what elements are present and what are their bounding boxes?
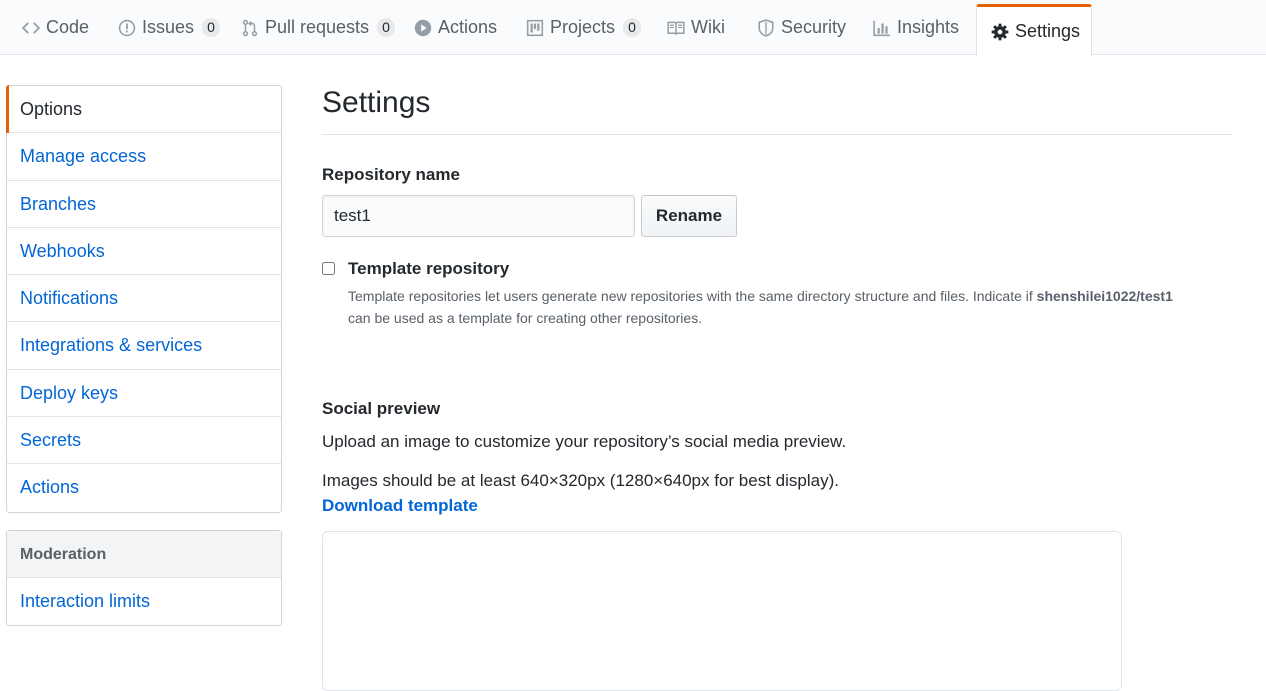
gear-icon [991, 23, 1009, 41]
template-repository-label[interactable]: Template repository [348, 259, 509, 279]
play-icon [414, 19, 432, 37]
template-repo-fullname: shenshilei1022/test1 [1036, 288, 1173, 304]
pull-requests-counter: 0 [377, 18, 396, 37]
tab-label: Settings [1015, 21, 1081, 41]
tab-actions[interactable]: Actions [406, 0, 505, 55]
project-icon [526, 19, 544, 37]
tab-settings[interactable]: Settings [976, 4, 1092, 56]
social-preview-heading: Social preview [322, 399, 441, 418]
menu-item-branches[interactable]: Branches [7, 181, 281, 228]
tab-label: Wiki [691, 17, 725, 37]
book-icon [667, 19, 685, 37]
moderation-heading: Moderation [7, 531, 281, 578]
menu-item-notifications[interactable]: Notifications [7, 275, 281, 323]
tab-label: Code [46, 17, 90, 37]
tab-security[interactable]: Security [749, 0, 854, 55]
issue-opened-icon [118, 19, 136, 37]
social-preview-size-note: Images should be at least 640×320px (128… [322, 471, 839, 490]
issues-counter: 0 [202, 18, 221, 37]
tab-label: Security [781, 17, 847, 37]
tab-issues[interactable]: Issues 0 [110, 0, 228, 55]
social-preview-dropzone[interactable] [322, 531, 1122, 691]
menu-item-interaction-limits[interactable]: Interaction limits [7, 578, 281, 625]
page-title: Settings [322, 86, 1232, 135]
settings-menu: Options Manage access Branches Webhooks … [6, 84, 282, 513]
projects-counter: 0 [623, 18, 642, 37]
menu-item-actions[interactable]: Actions [7, 464, 281, 511]
code-icon [22, 19, 40, 37]
tab-wiki[interactable]: Wiki [659, 0, 733, 55]
repo-name-input[interactable] [322, 195, 635, 237]
template-repository-checkbox[interactable] [322, 262, 335, 275]
graph-icon [873, 19, 891, 37]
tab-insights[interactable]: Insights [865, 0, 967, 55]
tab-label: Actions [438, 17, 498, 37]
tab-label: Projects [550, 17, 616, 37]
moderation-menu: Moderation Interaction limits [6, 530, 282, 627]
menu-item-secrets[interactable]: Secrets [7, 417, 281, 465]
tab-projects[interactable]: Projects 0 [518, 0, 649, 55]
git-pull-request-icon [241, 19, 259, 37]
repo-name-label: Repository name [322, 165, 460, 184]
menu-item-deploy-keys[interactable]: Deploy keys [7, 370, 281, 418]
template-note-prefix: Template repositories let users generate… [348, 288, 1033, 304]
template-note-suffix: can be used as a template for creating o… [348, 310, 703, 326]
tab-code[interactable]: Code [14, 0, 97, 55]
social-preview-description: Upload an image to customize your reposi… [322, 432, 847, 451]
repo-nav: Code Issues 0 Pull requests 0 Actions Pr… [0, 0, 1266, 56]
menu-item-manage-access[interactable]: Manage access [7, 133, 281, 181]
tab-label: Insights [897, 17, 960, 37]
rename-button[interactable]: Rename [641, 195, 737, 237]
tab-label: Issues [142, 17, 195, 37]
template-repository-note: Template repositories let users generate… [348, 285, 1232, 329]
tab-label: Pull requests [265, 17, 370, 37]
tab-pull-requests[interactable]: Pull requests 0 [233, 0, 403, 55]
menu-item-options[interactable]: Options [6, 84, 281, 134]
download-template-link[interactable]: Download template [322, 496, 478, 516]
shield-icon [757, 18, 775, 37]
menu-item-integrations-services[interactable]: Integrations & services [7, 322, 281, 370]
menu-item-webhooks[interactable]: Webhooks [7, 228, 281, 276]
